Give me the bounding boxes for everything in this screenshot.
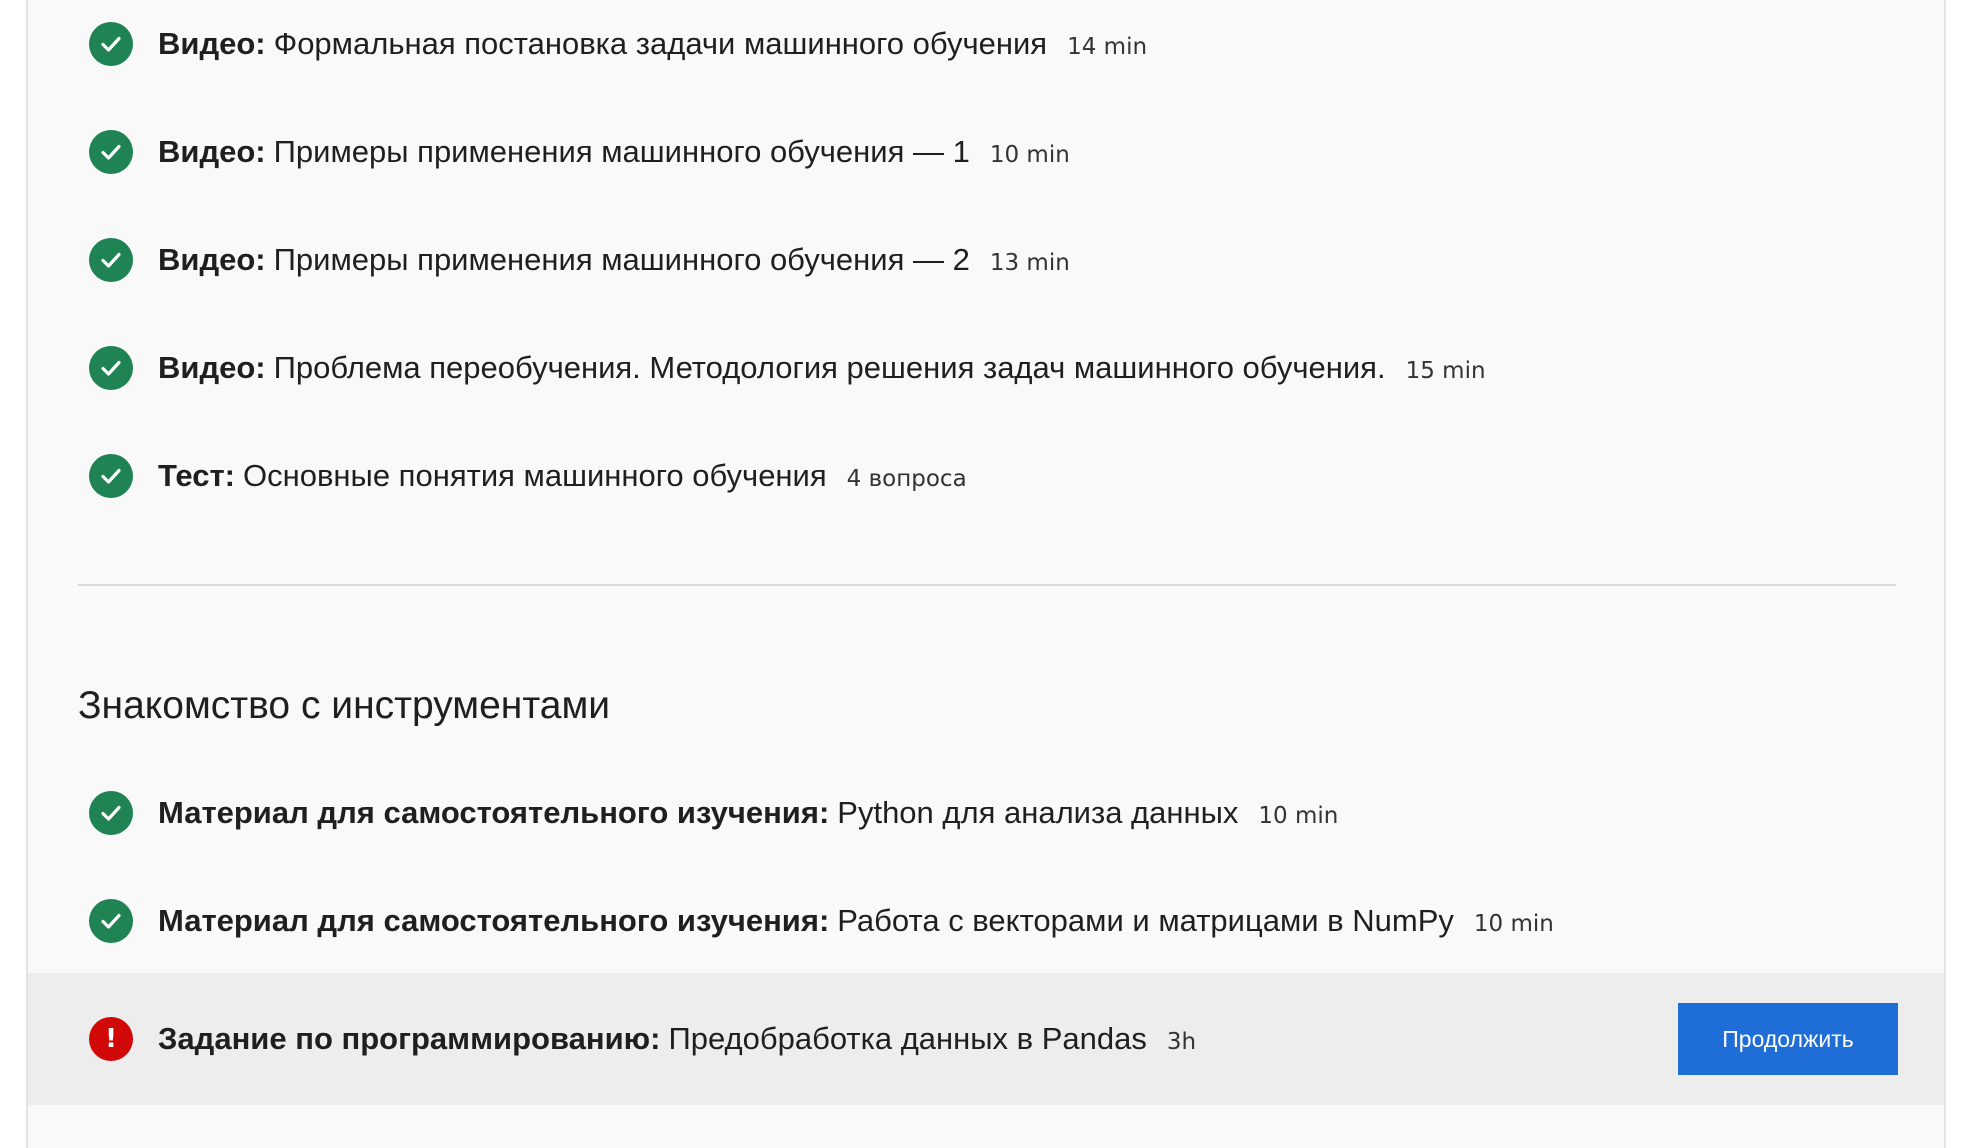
lesson-type: Видео: [158,134,266,169]
lesson-type: Тест: [158,458,235,493]
lesson-text[interactable]: Видео: Примеры применения машинного обуч… [158,134,1070,170]
lesson-title[interactable]: Формальная постановка задачи машинного о… [274,26,1047,62]
lesson-text[interactable]: Тест: Основные понятия машинного обучени… [158,458,967,494]
checkmark-circle-icon [89,899,133,943]
section-title: Знакомство с инструментами [78,684,611,727]
reading-item[interactable]: Материал для самостоятельного изучения: … [28,759,1944,867]
checkmark-circle-icon [89,22,133,66]
exclamation-circle-icon: ! [89,1017,133,1061]
lesson-text[interactable]: Видео: Формальная постановка задачи маши… [158,26,1147,62]
lesson-text[interactable]: Задание по программированию: Предобработ… [158,1021,1196,1057]
checkmark-circle-icon [89,238,133,282]
lesson-item[interactable]: Видео: Примеры применения машинного обуч… [28,206,1944,314]
lesson-text[interactable]: Материал для самостоятельного изучения: … [158,795,1338,831]
lesson-duration: 14 min [1067,34,1148,60]
lesson-duration: 15 min [1405,358,1486,384]
lesson-title[interactable]: Python для анализа данных [837,795,1238,831]
lesson-type: Материал для самостоятельного изучения: [158,795,830,830]
lesson-item[interactable]: Видео: Формальная постановка задачи маши… [28,0,1944,98]
checkmark-circle-icon [89,791,133,835]
course-week-panel: Видео: Формальная постановка задачи маши… [26,0,1946,1148]
lesson-text[interactable]: Видео: Проблема переобучения. Методологи… [158,350,1486,386]
lesson-text[interactable]: Видео: Примеры применения машинного обуч… [158,242,1070,278]
section-divider [78,584,1896,586]
lesson-duration: 3h [1166,1029,1197,1055]
reading-item[interactable]: Материал для самостоятельного изучения: … [28,867,1944,975]
continue-button[interactable]: Продолжить [1678,1003,1898,1075]
checkmark-circle-icon [89,130,133,174]
lesson-duration: 13 min [989,250,1070,276]
lesson-type: Видео: [158,350,266,385]
lesson-item[interactable]: Видео: Проблема переобучения. Методологи… [28,314,1944,422]
checkmark-circle-icon [89,454,133,498]
lesson-title[interactable]: Примеры применения машинного обучения — … [274,242,970,278]
checkmark-circle-icon [89,346,133,390]
lesson-title[interactable]: Проблема переобучения. Методология решен… [274,350,1386,386]
question-count: 4 вопроса [846,466,967,492]
lesson-duration: 10 min [1473,911,1554,937]
lesson-text[interactable]: Материал для самостоятельного изучения: … [158,903,1554,939]
lesson-duration: 10 min [989,142,1070,168]
lesson-duration: 10 min [1258,803,1339,829]
lesson-title[interactable]: Примеры применения машинного обучения — … [274,134,970,170]
programming-assignment-item[interactable]: ! Задание по программированию: Предобраб… [28,973,1944,1105]
lesson-title[interactable]: Работа с векторами и матрицами в NumPy [837,903,1454,939]
lesson-type: Видео: [158,242,266,277]
lesson-title[interactable]: Основные понятия машинного обучения [243,458,827,494]
quiz-item[interactable]: Тест: Основные понятия машинного обучени… [28,422,1944,530]
lesson-type: Видео: [158,26,266,61]
lesson-type: Материал для самостоятельного изучения: [158,903,830,938]
lesson-item[interactable]: Видео: Примеры применения машинного обуч… [28,98,1944,206]
lesson-type: Задание по программированию: [158,1021,661,1056]
lesson-title[interactable]: Предобработка данных в Pandas [668,1021,1146,1057]
